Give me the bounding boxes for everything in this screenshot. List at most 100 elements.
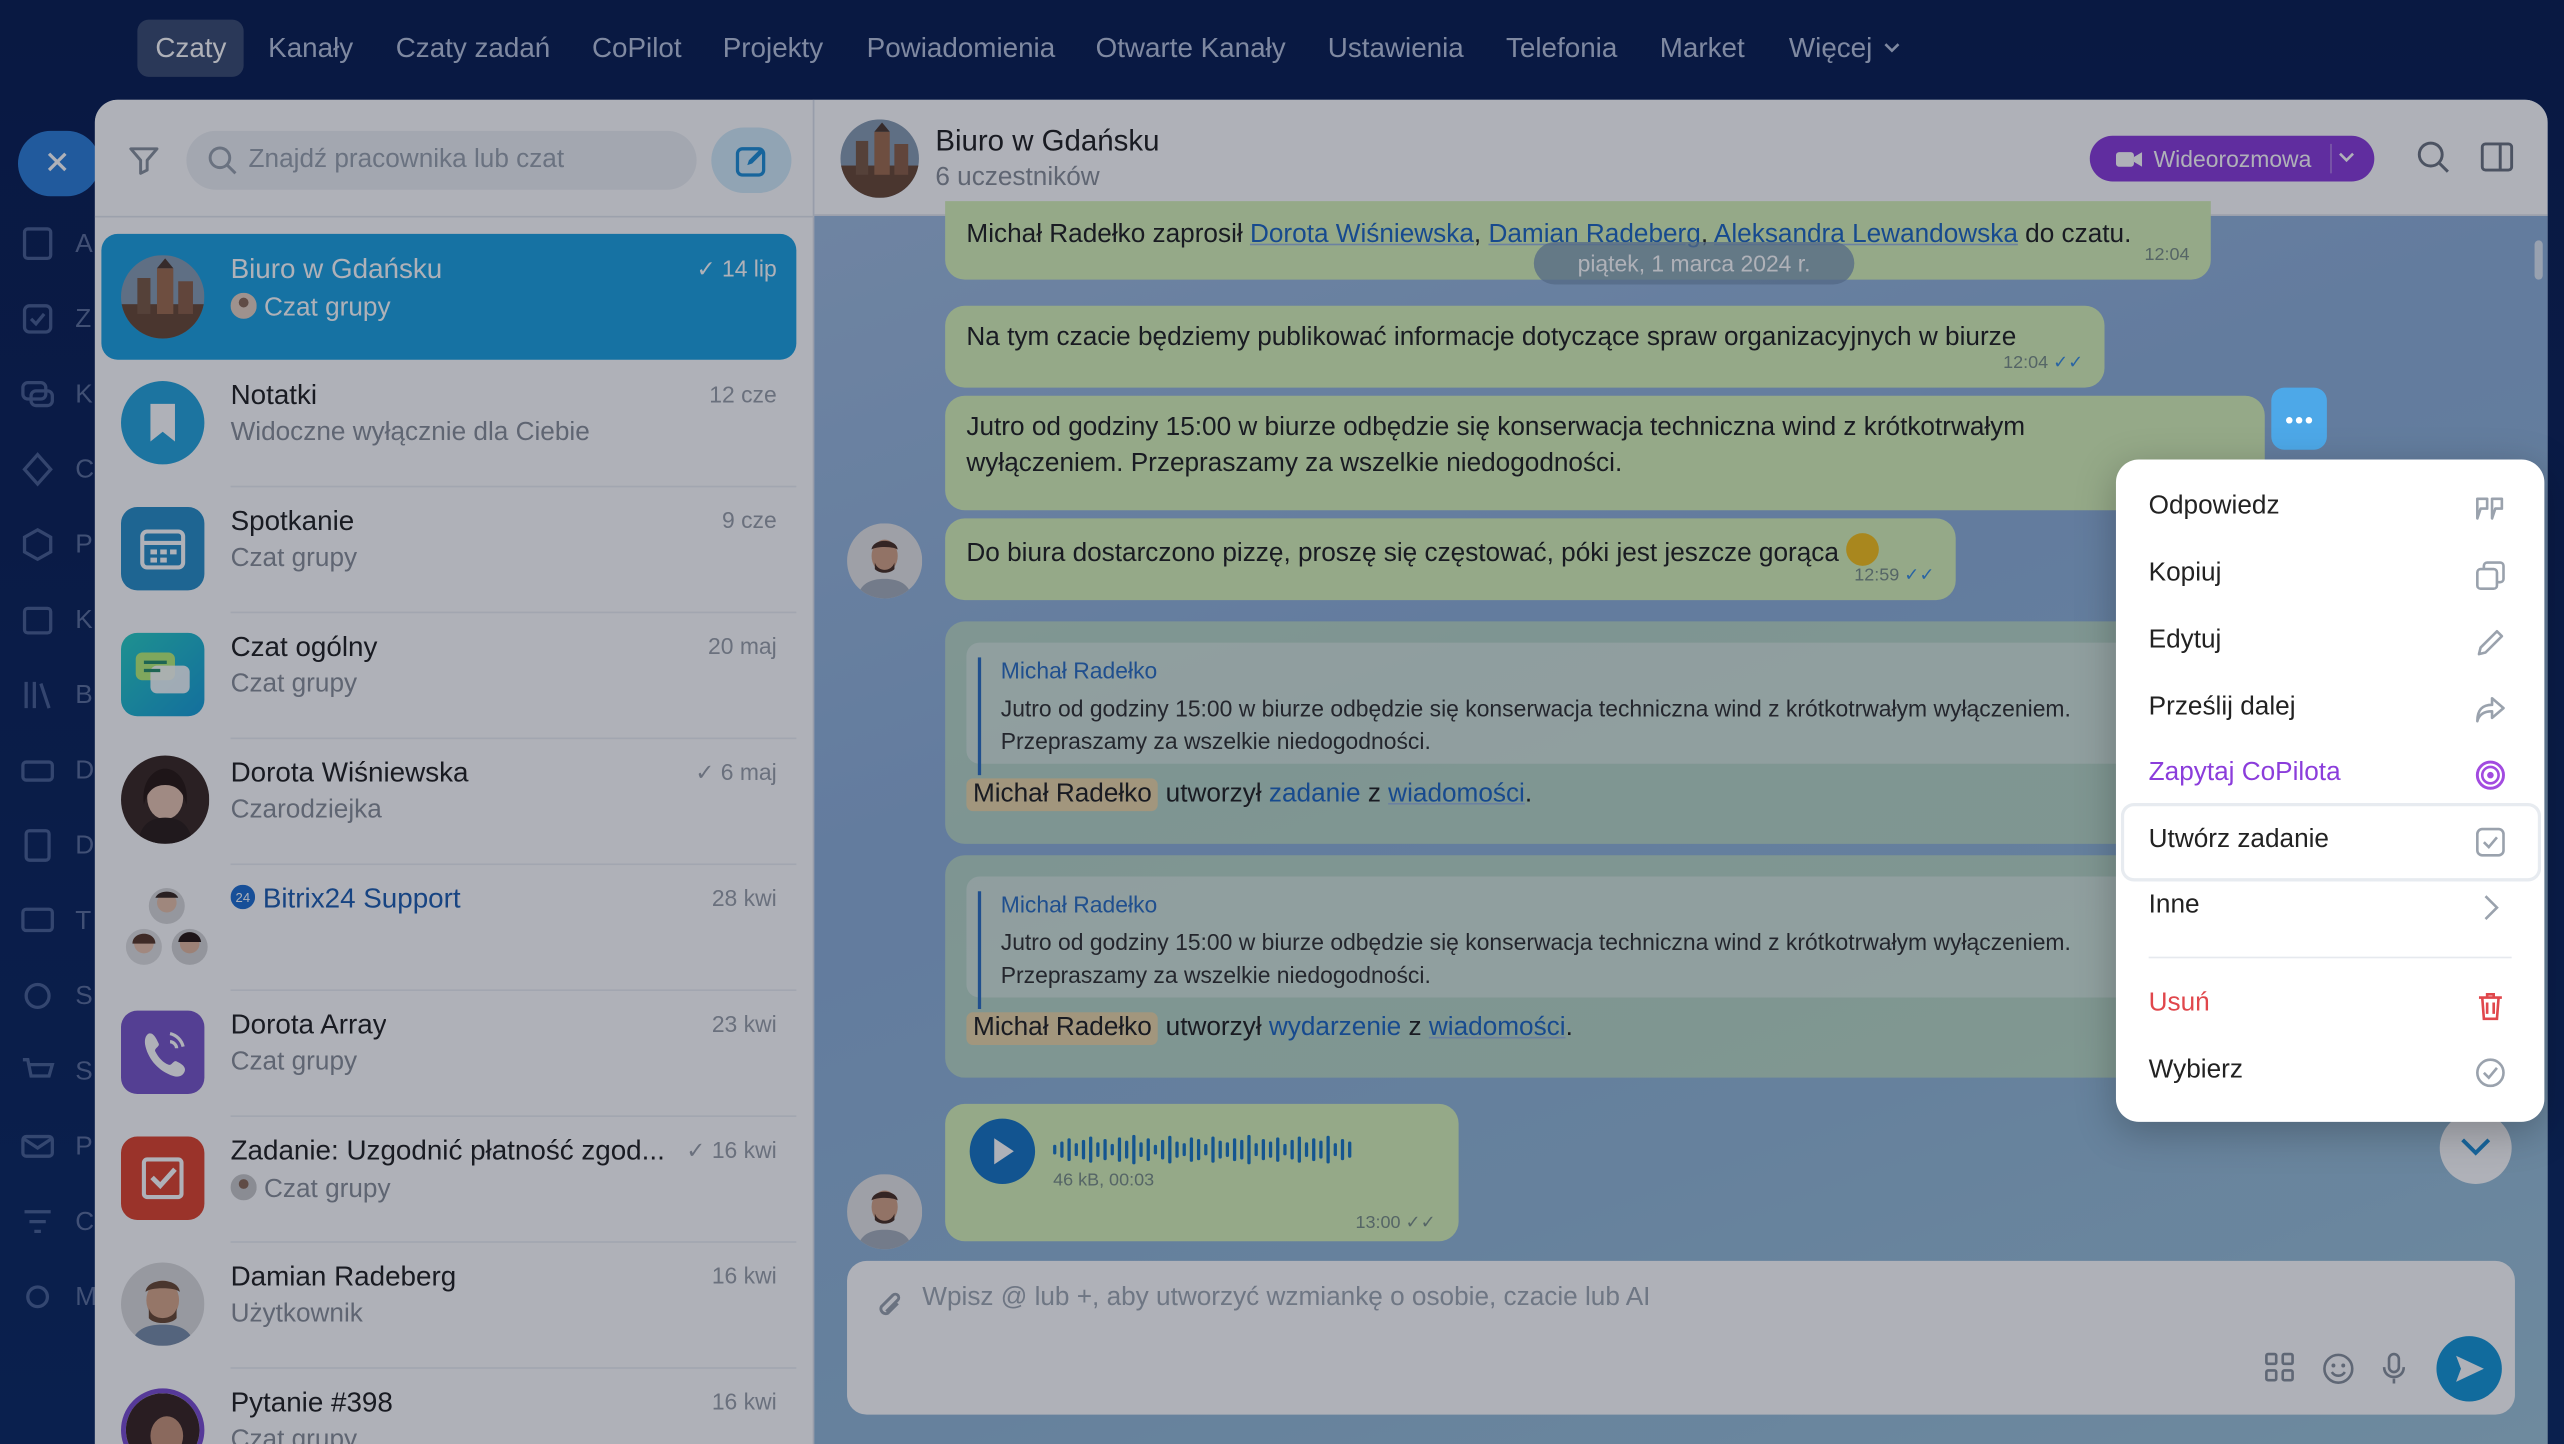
side-panel-icon[interactable] [2480, 142, 2514, 172]
message-more-button[interactable] [2271, 387, 2327, 450]
chat-item-damian-radeberg[interactable]: Damian Radeberg Użytkownik 16 kwi [101, 1241, 797, 1369]
menu-item-edytuj[interactable]: Edytuj [2116, 610, 2544, 675]
nav-item-market[interactable]: Market [1642, 20, 1763, 77]
nav-item-kanaly[interactable]: Kanały [250, 20, 371, 77]
menu-item-wybierz[interactable]: Wybierz [2116, 1040, 2544, 1105]
scrollbar[interactable] [2534, 240, 2543, 280]
chat-icon[interactable] [20, 376, 56, 412]
chevron-down-icon[interactable] [2338, 152, 2354, 163]
send-button[interactable] [2436, 1336, 2502, 1402]
menu-item-utworz-zadanie[interactable]: Utwórz zadanie [2120, 802, 2542, 882]
search-icon[interactable] [2417, 141, 2450, 174]
task-icon[interactable] [20, 301, 56, 337]
filter-funnel-icon[interactable] [20, 1204, 56, 1240]
message-input[interactable] [922, 1283, 2231, 1333]
chat-item-spotkanie[interactable]: Spotkanie Czat grupy 9 cze [101, 486, 797, 614]
file-icon[interactable] [20, 827, 56, 863]
cart-icon[interactable] [20, 1053, 56, 1089]
chat-item-czat-ogolny[interactable]: Czat ogólny Czat grupy 20 maj [101, 612, 797, 740]
mail-icon[interactable] [20, 1128, 56, 1164]
nav-item-copilot[interactable]: CoPilot [574, 20, 700, 77]
chat-avatar[interactable] [840, 119, 919, 198]
nav-item-wiecej[interactable]: Więcej [1771, 20, 1915, 77]
close-messenger-button[interactable] [17, 130, 100, 197]
video-call-label: Wideorozmowa [2153, 145, 2312, 172]
bookmark-icon [150, 403, 175, 442]
search-input[interactable] [248, 130, 674, 190]
video-call-button[interactable]: Wideorozmowa [2089, 135, 2375, 182]
action-dot: . [1565, 1013, 1573, 1042]
gear-icon[interactable] [20, 1279, 56, 1315]
chat-item-biuro-w-gdansku[interactable]: Biuro w Gdańsku Czat grupy ✓ 14 lip [101, 233, 797, 360]
chat-name: Notatki [230, 379, 318, 411]
apps-grid-icon[interactable] [2265, 1352, 2294, 1382]
waveform-bar [1254, 1143, 1258, 1157]
emoji-icon[interactable] [2322, 1352, 2355, 1385]
message-bubble[interactable]: Do biura dostarczono pizzę, proszę się c… [945, 518, 1956, 601]
menu-item-kopiuj[interactable]: Kopiuj [2116, 543, 2544, 608]
menu-item-przeslij-dalej[interactable]: Prześlij dalej [2116, 677, 2544, 742]
chat-date: 23 kwi [711, 1010, 777, 1037]
message-time-text: 12:59 [1854, 565, 1900, 586]
message-bubble-selected[interactable]: Jutro od godziny 15:00 w biurze odbędzie… [945, 395, 2265, 511]
nav-item-projekty[interactable]: Projekty [705, 20, 841, 77]
quote-icon [2476, 497, 2504, 520]
search-box[interactable] [186, 130, 697, 190]
hexagon-icon[interactable] [20, 527, 56, 563]
quoted-message[interactable]: Michał Radełko Jutro od godziny 15:00 w … [977, 657, 2188, 776]
nav-item-czaty[interactable]: Czaty [137, 19, 245, 77]
nav-item-otwarte-kanaly[interactable]: Otwarte Kanały [1078, 20, 1304, 77]
waveform-bar [1247, 1134, 1251, 1165]
settings-icon[interactable] [20, 978, 56, 1014]
chat-title[interactable]: Biuro w Gdańsku [935, 124, 1159, 158]
left-rail: A Z K C P K B D D T S S P C M [0, 98, 100, 1444]
chat-item-dorota-wisniewska[interactable]: Dorota Wiśniewska Czarodziejka ✓ 6 maj [101, 738, 797, 866]
chat-item-notatki[interactable]: Notatki Widoczne wyłącznie dla Ciebie 12… [101, 360, 797, 488]
menu-item-inne[interactable]: Inne [2116, 875, 2544, 940]
waveform-bar [1232, 1138, 1237, 1162]
scroll-to-bottom-button[interactable] [2439, 1112, 2512, 1184]
user-avatar[interactable] [847, 1174, 923, 1250]
chat-subtitle: Czat grupy [230, 1426, 358, 1444]
event-link[interactable]: wydarzenie [1269, 1014, 1401, 1042]
chat-item-bitrix24-support[interactable]: 24 Bitrix24 Support 28 kwi [101, 863, 797, 992]
nav-item-czaty-zadan[interactable]: Czaty zadań [378, 20, 569, 77]
chat-date: ✓ 14 lip [696, 255, 777, 282]
chat-item-pytanie-398[interactable]: Pytanie #398 Czat grupy 16 kwi [101, 1367, 796, 1444]
paperclip-icon[interactable] [875, 1289, 904, 1322]
waveform-bar [1348, 1141, 1352, 1158]
menu-item-odpowiedz[interactable]: Odpowiedz [2116, 476, 2544, 541]
board-icon[interactable] [20, 903, 56, 939]
document-icon[interactable] [20, 226, 56, 262]
chat-members-count[interactable]: 6 uczestników [935, 164, 1099, 193]
source-message-link[interactable]: wiadomości [1388, 780, 1525, 808]
waveform-icon[interactable] [1053, 1133, 1357, 1166]
task-link[interactable]: zadanie [1269, 780, 1361, 808]
books-icon[interactable] [20, 677, 56, 713]
waveform-bar [1261, 1139, 1265, 1161]
user-avatar[interactable] [847, 523, 923, 599]
menu-item-usun[interactable]: Usuń [2116, 973, 2544, 1038]
play-button[interactable] [969, 1118, 1036, 1184]
calendar-icon[interactable] [20, 602, 56, 638]
read-ticks-icon: ✓✓ [1904, 565, 1935, 586]
chat-item-zadanie[interactable]: Zadanie: Uzgodnić płatność zgod... Czat … [101, 1115, 797, 1243]
source-message-link[interactable]: wiadomości [1429, 1014, 1566, 1042]
menu-item-zapytaj-copilota[interactable]: Zapytaj CoPilota [2116, 742, 2544, 807]
message-time-text: 13:00 [1355, 1213, 1401, 1234]
nav-item-telefonia[interactable]: Telefonia [1488, 20, 1635, 77]
filter-icon[interactable] [128, 144, 161, 177]
message-bubble[interactable]: Na tym czacie będziemy publikować inform… [945, 305, 2105, 388]
nav-item-ustawienia[interactable]: Ustawienia [1310, 20, 1482, 77]
chat-item-dorota-array[interactable]: Dorota Array Czat grupy 23 kwi [101, 989, 797, 1117]
quoted-message[interactable]: Michał Radełko Jutro od godziny 15:00 w … [977, 891, 2188, 1010]
actor-chip[interactable]: Michał Radełko [966, 778, 1159, 812]
crm-icon[interactable] [20, 451, 56, 487]
nav-item-powiadomienia[interactable]: Powiadomienia [849, 20, 1074, 77]
drive-icon[interactable] [20, 752, 56, 788]
new-chat-button[interactable] [711, 127, 792, 193]
chevron-down-icon [1884, 43, 1900, 53]
mention-dorota-wisniewska[interactable]: Dorota Wiśniewska [1250, 221, 1474, 249]
actor-chip[interactable]: Michał Radełko [966, 1012, 1159, 1045]
microphone-icon[interactable] [2381, 1352, 2407, 1385]
